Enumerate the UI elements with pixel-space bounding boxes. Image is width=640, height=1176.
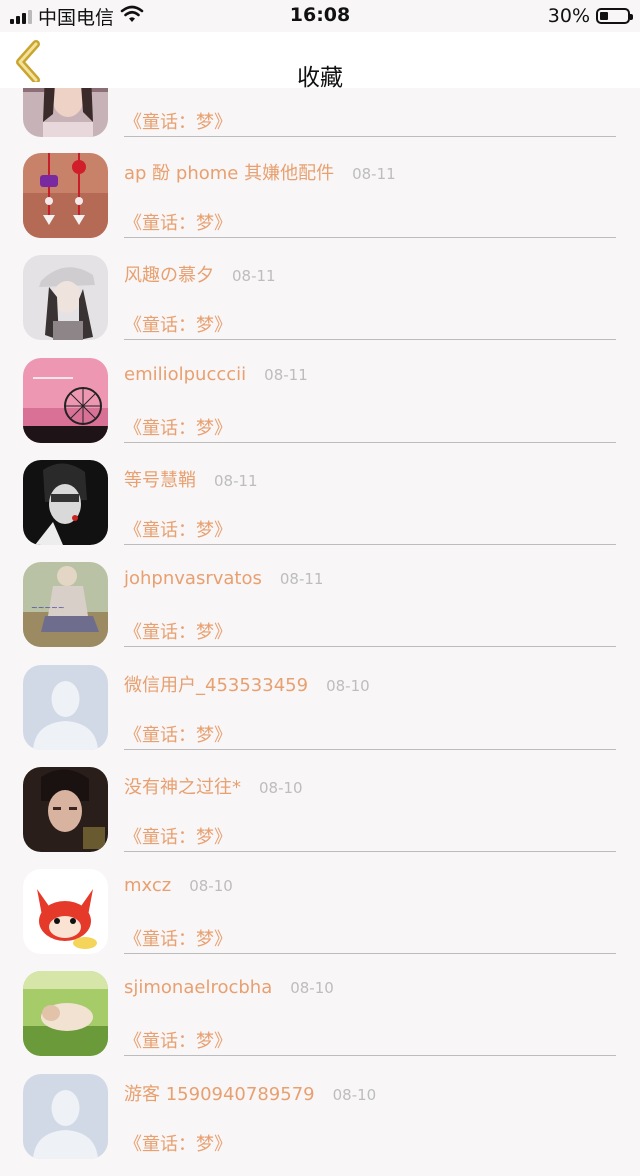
list-item[interactable]: 风趣の慕夕 08-11 《童话：梦》 <box>0 255 640 357</box>
item-subtitle: 《童话：梦》 <box>124 1134 232 1155</box>
item-subtitle: 《童话：梦》 <box>124 520 232 541</box>
item-date: 08-10 <box>290 979 334 997</box>
item-subtitle: 《童话：梦》 <box>124 418 232 439</box>
item-title: ap 酚 phome 其嫌他配件 08-11 <box>124 159 396 185</box>
list-item[interactable]: 没有神之过往* 08-10 《童话：梦》 <box>0 767 640 869</box>
item-title: 微信用户_453533459 08-10 <box>124 671 370 697</box>
list-item[interactable]: 游客 1590940789579 08-10 《童话：梦》 <box>0 1074 640 1176</box>
avatar <box>23 971 108 1056</box>
divider <box>124 442 616 443</box>
item-name: 没有神之过往* <box>124 777 241 798</box>
item-name: 微信用户_453533459 <box>124 675 309 696</box>
avatar <box>23 665 108 750</box>
item-name: emiliolpucccii <box>124 364 247 385</box>
divider <box>124 237 616 238</box>
favorites-list: 《童话：梦》 ap 酚 phome 其嫌他配件 08-11 《童话：梦》 风趣の… <box>0 0 640 1159</box>
nav-bar: 收藏 <box>0 32 640 91</box>
item-title: 风趣の慕夕 08-11 <box>124 261 276 287</box>
item-title: johpnvasrvatos 08-11 <box>124 568 323 589</box>
item-title: 等号慧鞘 08-11 <box>124 466 258 492</box>
divider <box>124 646 616 647</box>
item-name: mxcz <box>124 875 172 896</box>
item-name: 等号慧鞘 <box>124 470 196 491</box>
item-subtitle: 《童话：梦》 <box>124 725 232 746</box>
battery-group: 30% <box>547 4 633 28</box>
item-name: sjimonaelrocbha <box>124 977 273 998</box>
avatar: ~~~~~ <box>23 562 108 647</box>
item-title: 游客 1590940789579 08-10 <box>124 1080 376 1106</box>
list-item[interactable]: sjimonaelrocbha 08-10 《童话：梦》 <box>0 971 640 1073</box>
list-item[interactable]: 等号慧鞘 08-11 《童话：梦》 <box>0 460 640 562</box>
avatar <box>23 767 108 852</box>
item-subtitle: 《童话：梦》 <box>124 213 232 234</box>
item-date: 08-11 <box>264 366 308 384</box>
list-item[interactable]: emiliolpucccii 08-11 《童话：梦》 <box>0 358 640 460</box>
item-name: ap 酚 phome 其嫌他配件 <box>124 163 335 184</box>
item-date: 08-11 <box>232 267 276 285</box>
battery-icon <box>596 8 633 24</box>
avatar <box>23 358 108 443</box>
item-title: 没有神之过往* 08-10 <box>124 773 303 799</box>
status-time: 16:08 <box>289 4 351 26</box>
divider <box>124 136 616 137</box>
item-subtitle: 《童话：梦》 <box>124 622 232 643</box>
page-title: 收藏 <box>297 65 343 91</box>
item-subtitle: 《童话：梦》 <box>124 929 232 950</box>
item-date: 08-10 <box>332 1086 377 1104</box>
status-bar: 中国电信 16:08 30% <box>0 0 640 32</box>
divider <box>124 339 616 340</box>
divider <box>124 1055 616 1056</box>
item-subtitle: 《童话：梦》 <box>124 827 232 848</box>
item-title: emiliolpucccii 08-11 <box>124 364 308 385</box>
avatar <box>23 153 108 238</box>
item-subtitle: 《童话：梦》 <box>124 112 232 133</box>
item-subtitle: 《童话：梦》 <box>124 315 232 336</box>
item-date: 08-11 <box>352 165 396 183</box>
item-date: 08-10 <box>189 877 233 895</box>
avatar <box>23 1074 108 1159</box>
item-date: 08-10 <box>326 677 370 695</box>
item-title: mxcz 08-10 <box>124 875 233 896</box>
item-title: sjimonaelrocbha 08-10 <box>124 977 334 998</box>
item-name: johpnvasrvatos <box>124 568 262 589</box>
list-item[interactable]: mxcz 08-10 《童话：梦》 <box>0 869 640 971</box>
item-name: 风趣の慕夕 <box>124 265 214 286</box>
item-subtitle: 《童话：梦》 <box>124 1031 232 1052</box>
item-date: 08-11 <box>279 570 324 588</box>
list-item[interactable]: ap 酚 phome 其嫌他配件 08-11 《童话：梦》 <box>0 153 640 255</box>
divider <box>124 749 616 750</box>
battery-percent: 30% <box>547 5 590 27</box>
avatar <box>23 255 108 340</box>
avatar <box>23 460 108 545</box>
item-name: 游客 1590940789579 <box>124 1084 315 1105</box>
list-item[interactable]: ~~~~~ johpnvasrvatos 08-11 《童话：梦》 <box>0 562 640 664</box>
divider <box>124 953 616 954</box>
divider <box>124 544 616 545</box>
item-date: 08-11 <box>214 472 258 490</box>
avatar <box>23 869 108 954</box>
divider <box>124 851 616 852</box>
svg-text:~~~~~: ~~~~~ <box>31 603 65 612</box>
item-date: 08-10 <box>259 779 303 797</box>
list-item[interactable]: 微信用户_453533459 08-10 《童话：梦》 <box>0 665 640 767</box>
